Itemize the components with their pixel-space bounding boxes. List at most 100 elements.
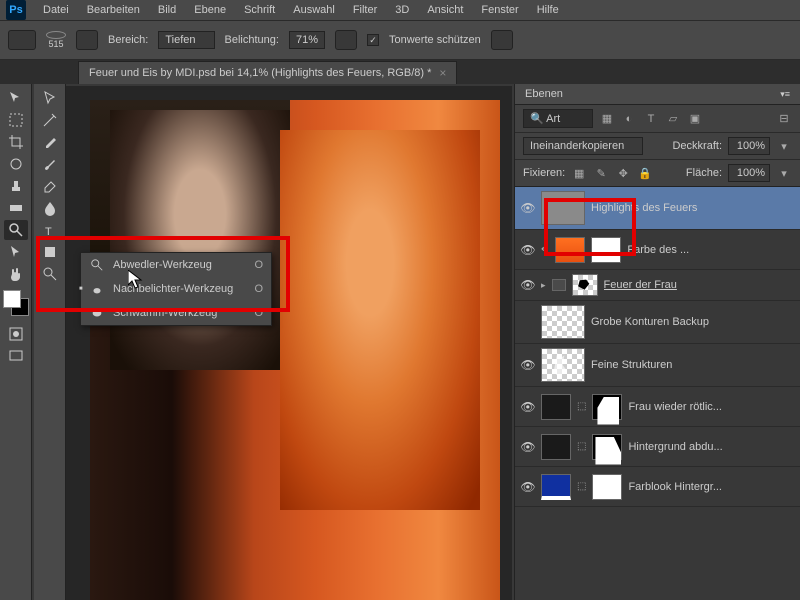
brush-panel-toggle-icon[interactable]	[76, 30, 98, 50]
color-swatches[interactable]	[3, 290, 29, 316]
flyout-sponge-tool[interactable]: Schwamm-Werkzeug O	[81, 301, 271, 325]
layer-name[interactable]: Farblook Hintergr...	[628, 481, 794, 493]
fill-dropdown-icon[interactable]: ▾	[776, 165, 792, 181]
layer-name[interactable]: Farbe des ...	[627, 244, 794, 256]
menu-help[interactable]: Hilfe	[528, 1, 568, 19]
layer-mask-thumbnail[interactable]	[572, 274, 598, 296]
layer-row[interactable]: 👁 ↵ Farbe des ...	[515, 230, 800, 270]
menu-layer[interactable]: Ebene	[185, 1, 235, 19]
fill-value[interactable]: 100%	[728, 164, 770, 182]
layer-name[interactable]: Hintergrund abdu...	[628, 441, 794, 453]
airbrush-icon[interactable]	[335, 30, 357, 50]
blend-mode-select[interactable]: Ineinanderkopieren	[523, 137, 643, 155]
visibility-toggle-icon[interactable]: 👁	[521, 480, 535, 494]
menu-filter[interactable]: Filter	[344, 1, 386, 19]
layer-row[interactable]: 👁 ⬚ Hintergrund abdu...	[515, 427, 800, 467]
layer-mask-thumbnail[interactable]	[592, 434, 622, 460]
shape-tool-icon[interactable]	[38, 242, 62, 262]
layer-search[interactable]: 🔍 Art	[523, 109, 593, 128]
lock-position-icon[interactable]: ✥	[615, 165, 631, 181]
dodge-tool-icon[interactable]	[4, 220, 28, 240]
layer-row[interactable]: 👁 Feine Strukturen	[515, 344, 800, 387]
layer-thumbnail[interactable]	[541, 434, 571, 460]
layer-thumbnail[interactable]	[555, 237, 585, 263]
exposure-value[interactable]: 71%	[289, 31, 325, 49]
gradient-tool-icon[interactable]	[4, 198, 28, 218]
menu-window[interactable]: Fenster	[472, 1, 527, 19]
filter-pixel-icon[interactable]: ▦	[599, 111, 615, 127]
menu-view[interactable]: Ansicht	[418, 1, 472, 19]
marquee-tool-icon[interactable]	[4, 110, 28, 130]
brush-size-value[interactable]: 515	[48, 39, 63, 49]
current-tool-icon[interactable]	[8, 30, 36, 50]
close-tab-icon[interactable]: ×	[439, 66, 446, 80]
filter-toggle-icon[interactable]: ⊟	[776, 111, 792, 127]
flyout-burn-tool[interactable]: Nachbelichter-Werkzeug O	[81, 277, 271, 301]
menu-type[interactable]: Schrift	[235, 1, 284, 19]
layers-panel-tab[interactable]: Ebenen ▾≡	[515, 84, 800, 105]
layer-thumbnail[interactable]	[541, 394, 571, 420]
pressure-icon[interactable]	[491, 30, 513, 50]
layer-name[interactable]: Highlights des Feuers	[591, 202, 794, 214]
layer-row[interactable]: 👁 Highlights des Feuers	[515, 187, 800, 230]
layer-name[interactable]: Frau wieder rötlic...	[628, 401, 794, 413]
layer-mask-thumbnail[interactable]	[592, 394, 622, 420]
protect-tones-checkbox[interactable]: ✓	[367, 34, 379, 46]
lock-transparency-icon[interactable]: ▦	[571, 165, 587, 181]
visibility-toggle-icon[interactable]: 👁	[521, 243, 535, 257]
menu-3d[interactable]: 3D	[386, 1, 418, 19]
layer-mask-thumbnail[interactable]	[591, 237, 621, 263]
screenmode-icon[interactable]	[4, 346, 28, 366]
wand-tool-icon[interactable]	[38, 110, 62, 130]
spot-heal-tool-icon[interactable]	[4, 154, 28, 174]
visibility-toggle-icon[interactable]: 👁	[521, 201, 535, 215]
layer-thumbnail[interactable]	[541, 305, 585, 339]
visibility-toggle-icon[interactable]	[521, 315, 535, 329]
layer-mask-thumbnail[interactable]	[592, 474, 622, 500]
layer-row[interactable]: Grobe Konturen Backup	[515, 301, 800, 344]
visibility-toggle-icon[interactable]: 👁	[521, 278, 535, 292]
layer-row[interactable]: 👁 ⬚ Farblook Hintergr...	[515, 467, 800, 507]
layer-thumbnail[interactable]	[541, 191, 585, 225]
arrow-tool-icon[interactable]	[38, 88, 62, 108]
filter-shape-icon[interactable]: ▱	[665, 111, 681, 127]
path-select-tool-icon[interactable]	[4, 242, 28, 262]
flyout-dodge-tool[interactable]: Abwedler-Werkzeug O	[81, 253, 271, 277]
range-select[interactable]: Tiefen	[158, 31, 214, 49]
layer-thumbnail[interactable]	[541, 474, 571, 500]
quickmask-icon[interactable]	[4, 324, 28, 344]
crop-tool-icon[interactable]	[4, 132, 28, 152]
opacity-dropdown-icon[interactable]: ▾	[776, 138, 792, 154]
brush-preview-icon[interactable]	[46, 31, 66, 39]
eyedropper-tool-icon[interactable]	[38, 132, 62, 152]
menu-edit[interactable]: Bearbeiten	[78, 1, 149, 19]
visibility-toggle-icon[interactable]: 👁	[521, 440, 535, 454]
menu-file[interactable]: Datei	[34, 1, 78, 19]
menu-image[interactable]: Bild	[149, 1, 185, 19]
filter-type-icon[interactable]: T	[643, 111, 659, 127]
blur-tool-icon[interactable]	[38, 198, 62, 218]
brush-tool-icon[interactable]	[38, 154, 62, 174]
layer-name[interactable]: Feuer der Frau	[604, 279, 794, 291]
opacity-value[interactable]: 100%	[728, 137, 770, 155]
filter-smart-icon[interactable]: ▣	[687, 111, 703, 127]
zoom-tool-icon[interactable]	[38, 264, 62, 284]
visibility-toggle-icon[interactable]: 👁	[521, 358, 535, 372]
hand-tool-icon[interactable]	[4, 264, 28, 284]
type-tool-icon[interactable]: T	[38, 220, 62, 240]
layer-thumbnail[interactable]	[541, 348, 585, 382]
document-canvas[interactable]	[90, 100, 500, 600]
eraser-tool-icon[interactable]	[38, 176, 62, 196]
layer-row[interactable]: 👁 ⬚ Frau wieder rötlic...	[515, 387, 800, 427]
lock-all-icon[interactable]: 🔒	[637, 165, 653, 181]
document-tab[interactable]: Feuer und Eis by MDI.psd bei 14,1% (High…	[78, 61, 457, 84]
layer-name[interactable]: Feine Strukturen	[591, 359, 794, 371]
panel-menu-icon[interactable]: ▾≡	[780, 89, 790, 100]
lock-pixels-icon[interactable]: ✎	[593, 165, 609, 181]
filter-adjust-icon[interactable]: ◐	[621, 111, 637, 127]
stamp-tool-icon[interactable]	[4, 176, 28, 196]
layer-name[interactable]: Grobe Konturen Backup	[591, 316, 794, 328]
group-expand-icon[interactable]: ▸	[541, 280, 546, 291]
layer-row[interactable]: 👁 ▸ Feuer der Frau	[515, 270, 800, 301]
visibility-toggle-icon[interactable]: 👁	[521, 400, 535, 414]
